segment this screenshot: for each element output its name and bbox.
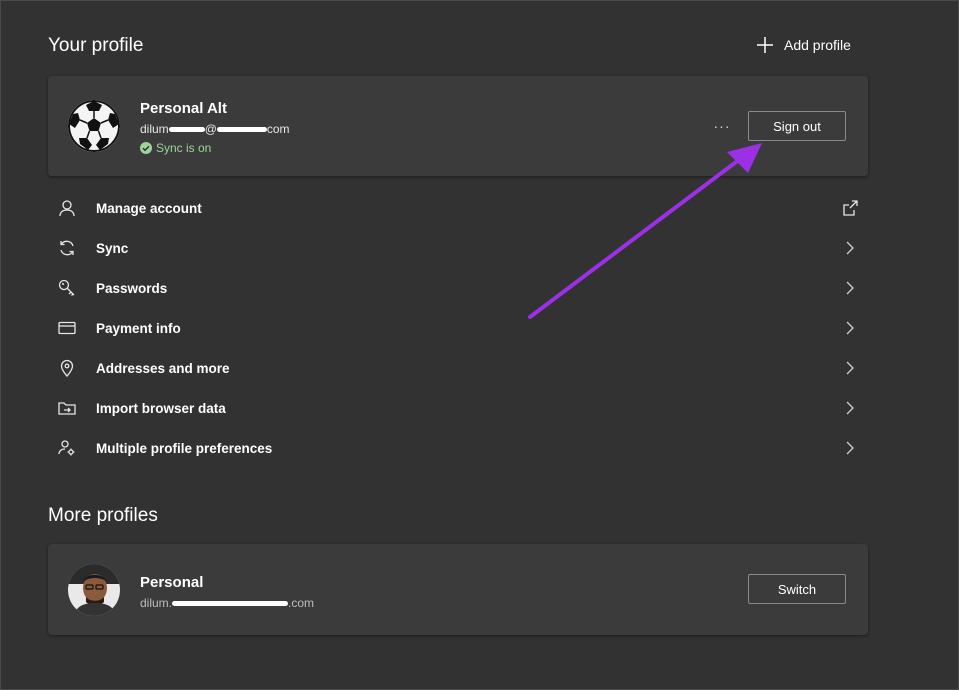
more-profiles-heading: More profiles	[48, 505, 158, 526]
chevron-right-icon	[846, 441, 854, 455]
open-external-icon[interactable]	[842, 199, 858, 217]
menu-item-label: Sync	[96, 240, 129, 256]
email-suffix: .com	[288, 596, 315, 610]
menu-item-addresses[interactable]: Addresses and more	[48, 348, 868, 388]
key-icon	[58, 279, 75, 296]
menu-item-label: Manage account	[96, 200, 202, 216]
sync-status: Sync is on	[140, 141, 211, 155]
profiles-settings-icon	[58, 440, 75, 456]
import-folder-icon	[58, 402, 76, 415]
chevron-right-icon	[846, 401, 854, 415]
current-profile-card: Personal Alt dilum @ com Sync is on ··· Si…	[48, 76, 868, 176]
menu-item-label: Payment info	[96, 320, 181, 336]
menu-item-label: Import browser data	[96, 400, 226, 416]
menu-item-payment-info[interactable]: Payment info	[48, 308, 868, 348]
profile-name: Personal Alt	[140, 100, 227, 117]
more-options-button[interactable]: ···	[712, 116, 732, 136]
person-icon	[59, 200, 75, 217]
profile-settings-list: Manage account Sync Passwords Payment in…	[48, 188, 868, 468]
check-circle-icon	[140, 142, 152, 154]
other-profile-card: Personal dilum. .com Switch	[48, 544, 868, 635]
location-pin-icon	[60, 359, 74, 377]
add-profile-button[interactable]: Add profile	[756, 34, 851, 56]
email-suffix: com	[266, 122, 290, 136]
chevron-right-icon	[846, 321, 854, 335]
chevron-right-icon	[846, 241, 854, 255]
other-profile-email: dilum. .com	[140, 596, 314, 610]
chevron-right-icon	[846, 281, 854, 295]
email-redaction	[216, 127, 267, 133]
menu-item-manage-account[interactable]: Manage account	[48, 188, 868, 228]
menu-item-multiple-profile-preferences[interactable]: Multiple profile preferences	[48, 428, 868, 468]
menu-item-label: Passwords	[96, 280, 168, 296]
menu-item-sync[interactable]: Sync	[48, 228, 868, 268]
person-photo-avatar	[68, 564, 120, 616]
sync-icon	[60, 240, 74, 256]
email-redaction	[172, 601, 289, 607]
email-prefix: dilum	[140, 122, 169, 136]
email-prefix: dilum.	[140, 596, 173, 610]
menu-item-label: Addresses and more	[96, 360, 230, 376]
add-profile-label: Add profile	[784, 37, 851, 53]
email-at: @	[204, 122, 217, 136]
profile-email: dilum @ com	[140, 122, 290, 136]
switch-profile-button[interactable]: Switch	[748, 574, 846, 604]
plus-icon	[757, 37, 773, 53]
credit-card-icon	[58, 321, 76, 335]
soccer-ball-avatar	[68, 100, 120, 152]
other-profile-name: Personal	[140, 574, 204, 591]
email-redaction	[168, 127, 205, 133]
menu-item-passwords[interactable]: Passwords	[48, 268, 868, 308]
your-profile-heading: Your profile	[48, 35, 144, 56]
sign-out-button[interactable]: Sign out	[748, 111, 846, 141]
menu-item-label: Multiple profile preferences	[96, 440, 273, 456]
chevron-right-icon	[846, 361, 854, 375]
sync-status-text: Sync is on	[156, 141, 212, 155]
menu-item-import-browser-data[interactable]: Import browser data	[48, 388, 868, 428]
